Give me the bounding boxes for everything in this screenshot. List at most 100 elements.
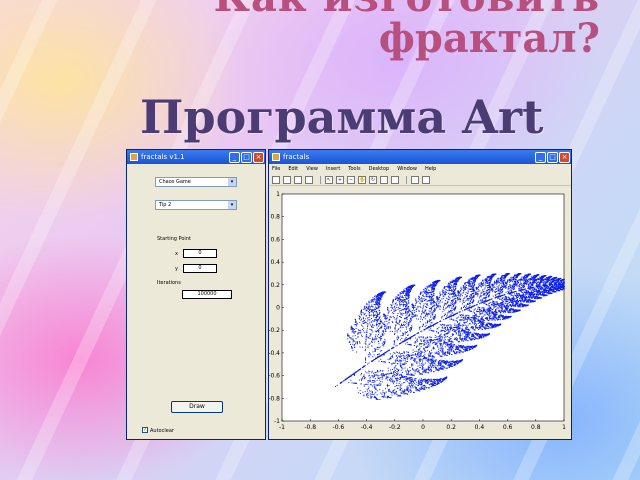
fern-point (395, 345, 397, 347)
fern-point (398, 378, 400, 380)
fern-point (561, 285, 562, 287)
save-icon[interactable] (294, 175, 302, 184)
datacursor-icon[interactable] (380, 175, 388, 184)
arrow-icon[interactable]: ↖ (325, 175, 333, 184)
rotate-icon[interactable]: ↻ (369, 175, 377, 184)
iterations-input[interactable]: 100000 (182, 290, 232, 299)
fern-point (509, 283, 511, 285)
fern-point (397, 300, 399, 302)
fern-point (355, 351, 357, 353)
fern-point (381, 342, 383, 344)
x-input[interactable]: 0 (183, 249, 217, 258)
fern-point (399, 310, 401, 312)
fern-point (404, 367, 406, 369)
fern-point (482, 300, 484, 301)
fern-point (375, 297, 377, 299)
fern-point (491, 314, 493, 316)
fern-point (423, 363, 425, 365)
fern-point (532, 292, 534, 294)
fern-point (374, 319, 376, 321)
fern-point (359, 321, 361, 323)
menu-help[interactable]: Help (425, 166, 436, 172)
fern-point (423, 388, 424, 390)
fern-point (442, 367, 444, 369)
fern-point (408, 382, 410, 384)
dialog-titlebar[interactable]: fractals v1.1 _ □ × (127, 150, 265, 164)
fern-point (511, 289, 513, 291)
fern-point (360, 312, 362, 314)
menu-file[interactable]: File (272, 166, 280, 172)
fern-point (451, 303, 453, 305)
fern-point (430, 298, 432, 300)
colorbar-icon[interactable] (391, 175, 399, 184)
fern-point (419, 337, 421, 339)
fern-point (463, 292, 464, 294)
chevron-down-icon[interactable]: ▾ (228, 178, 236, 186)
autoclear-checkbox[interactable]: ✓ (142, 427, 148, 433)
fern-point (363, 385, 365, 387)
maximize-button[interactable]: □ (241, 151, 252, 163)
print-icon[interactable] (305, 175, 313, 184)
fern-point (452, 304, 453, 306)
fern-point (486, 290, 488, 292)
fern-point (453, 298, 455, 300)
fern-point (398, 382, 400, 384)
minimize-button[interactable]: _ (229, 151, 240, 163)
fern-point (447, 353, 449, 354)
fern-point (406, 328, 408, 330)
fern-point (399, 386, 401, 388)
fern-point (494, 290, 496, 292)
menu-insert[interactable]: Insert (326, 166, 340, 172)
menu-desktop[interactable]: Desktop (369, 166, 390, 172)
fern-point (501, 286, 503, 288)
pan-icon[interactable]: ✋ (358, 175, 366, 184)
fern-point (424, 292, 426, 294)
fern-point (435, 364, 437, 366)
y-input[interactable]: 0 (183, 264, 217, 273)
new-file-icon[interactable] (272, 175, 280, 184)
method-dropdown[interactable]: Chaos Game ▾ (155, 177, 237, 187)
fern-point (401, 299, 403, 301)
legend-icon[interactable] (411, 175, 419, 184)
maximize-button[interactable]: □ (547, 151, 558, 163)
fern-point (494, 280, 496, 282)
figure-titlebar[interactable]: fractals _ □ × (269, 150, 571, 164)
slide-title-line2: фрактал? (378, 15, 600, 62)
fern-point (413, 374, 415, 376)
fern-point (469, 319, 471, 321)
fern-point (442, 345, 444, 347)
method-dropdown-value: Chaos Game (159, 179, 191, 185)
menu-window[interactable]: Window (397, 166, 417, 172)
fern-point (482, 321, 484, 322)
fern-point (485, 309, 487, 311)
menu-edit[interactable]: Edit (288, 166, 298, 172)
fern-point (394, 361, 396, 363)
type-dropdown[interactable]: Tip 2 ▾ (155, 200, 237, 210)
close-button[interactable]: × (559, 151, 570, 163)
fern-point (432, 382, 434, 384)
fern-point (429, 321, 430, 323)
fern-point (372, 356, 374, 358)
chevron-down-icon[interactable]: ▾ (228, 201, 236, 209)
close-button[interactable]: × (253, 151, 264, 163)
minimize-button[interactable]: _ (535, 151, 546, 163)
show-icon[interactable] (422, 175, 430, 184)
menu-tools[interactable]: Tools (348, 166, 360, 172)
menu-view[interactable]: View (306, 166, 318, 172)
open-icon[interactable] (283, 175, 291, 184)
fern-point (504, 309, 506, 311)
fern-point (420, 316, 422, 318)
x-label: x (175, 251, 178, 257)
fern-point (362, 329, 363, 330)
fern-point (385, 328, 387, 330)
zoom-out-icon[interactable]: − (347, 175, 355, 184)
fern-point (459, 295, 461, 297)
fern-point (372, 337, 374, 339)
fern-point (526, 284, 528, 286)
fern-point (411, 383, 413, 384)
fern-point (451, 308, 453, 309)
fern-point (374, 395, 375, 397)
fern-point (384, 317, 386, 319)
draw-button[interactable]: Draw (171, 401, 223, 413)
zoom-in-icon[interactable]: + (336, 175, 344, 184)
